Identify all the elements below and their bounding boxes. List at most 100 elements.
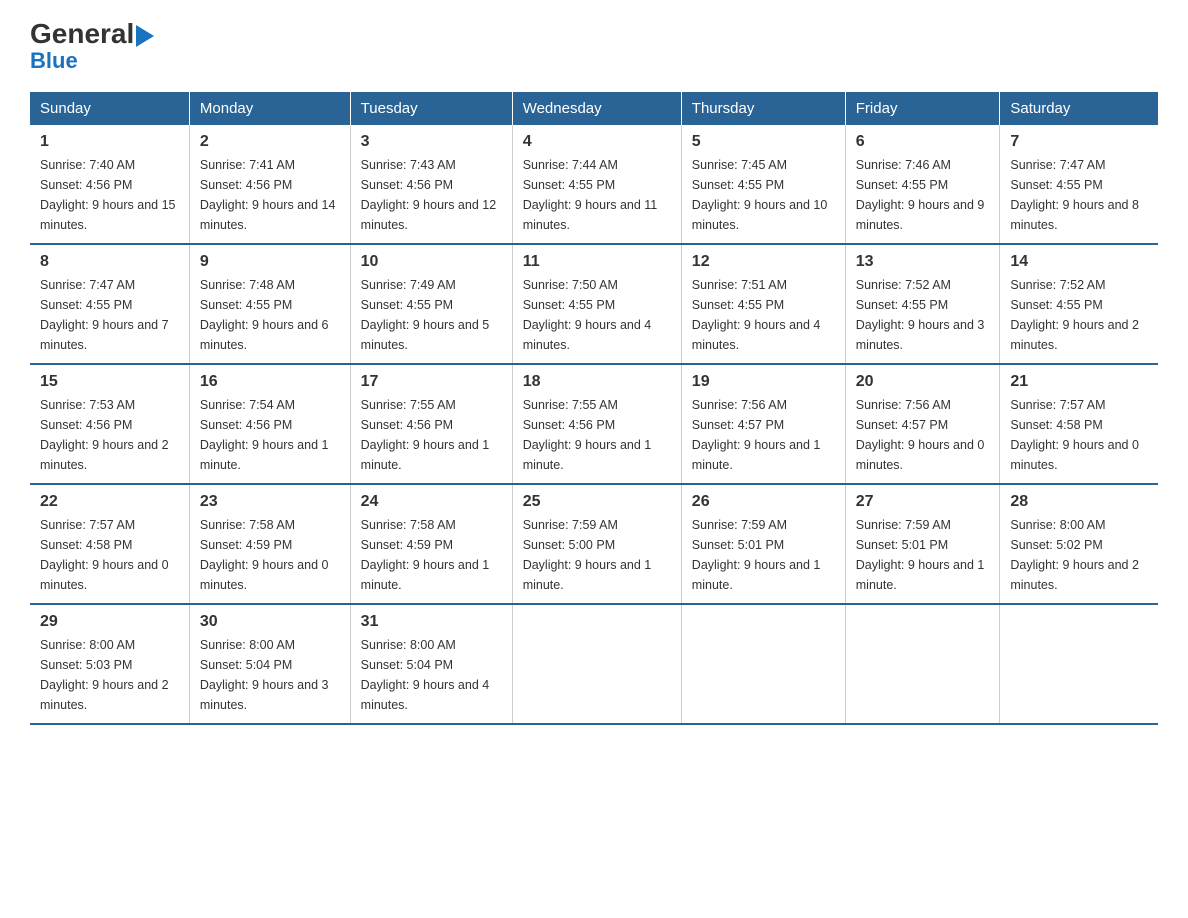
day-info: Sunrise: 7:57 AMSunset: 4:58 PMDaylight:…	[1010, 395, 1148, 475]
calendar-cell: 19 Sunrise: 7:56 AMSunset: 4:57 PMDayligh…	[681, 364, 845, 484]
day-number: 2	[200, 133, 340, 151]
calendar-cell: 31 Sunrise: 8:00 AMSunset: 5:04 PMDayligh…	[350, 604, 512, 724]
day-number: 27	[856, 493, 990, 511]
day-number: 9	[200, 253, 340, 271]
calendar-cell	[512, 604, 681, 724]
calendar-cell: 4Sunrise: 7:44 AMSunset: 4:55 PMDaylight…	[512, 125, 681, 244]
calendar-cell: 2 Sunrise: 7:41 AMSunset: 4:56 PMDaylight…	[189, 125, 350, 244]
calendar-cell: 14 Sunrise: 7:52 AMSunset: 4:55 PMDayligh…	[1000, 244, 1158, 364]
calendar-header-thursday: Thursday	[681, 92, 845, 125]
calendar-cell: 28 Sunrise: 8:00 AMSunset: 5:02 PMDayligh…	[1000, 484, 1158, 604]
calendar-cell: 16Sunrise: 7:54 AMSunset: 4:56 PMDayligh…	[189, 364, 350, 484]
day-number: 30	[200, 613, 340, 631]
day-number: 3	[361, 133, 502, 151]
calendar-header-monday: Monday	[189, 92, 350, 125]
day-info: Sunrise: 7:50 AMSunset: 4:55 PMDaylight:…	[523, 275, 671, 355]
day-info: Sunrise: 7:56 AMSunset: 4:57 PMDaylight:…	[856, 395, 990, 475]
calendar-cell: 13 Sunrise: 7:52 AMSunset: 4:55 PMDayligh…	[845, 244, 1000, 364]
day-info: Sunrise: 7:49 AMSunset: 4:55 PMDaylight:…	[361, 275, 502, 355]
day-number: 15	[40, 373, 179, 391]
calendar-cell: 7 Sunrise: 7:47 AMSunset: 4:55 PMDaylight…	[1000, 125, 1158, 244]
page-header: General Blue	[30, 20, 1158, 72]
day-number: 11	[523, 253, 671, 271]
logo-blue-text: Blue	[30, 50, 78, 72]
logo-general-text: General	[30, 20, 154, 48]
day-number: 18	[523, 373, 671, 391]
day-info: Sunrise: 7:44 AMSunset: 4:55 PMDaylight:…	[523, 155, 671, 235]
day-info: Sunrise: 7:55 AMSunset: 4:56 PMDaylight:…	[523, 395, 671, 475]
calendar-cell: 22Sunrise: 7:57 AMSunset: 4:58 PMDayligh…	[30, 484, 189, 604]
day-info: Sunrise: 8:00 AMSunset: 5:02 PMDaylight:…	[1010, 515, 1148, 595]
calendar-cell: 6Sunrise: 7:46 AMSunset: 4:55 PMDaylight…	[845, 125, 1000, 244]
day-info: Sunrise: 7:47 AMSunset: 4:55 PMDaylight:…	[1010, 155, 1148, 235]
calendar-cell: 11 Sunrise: 7:50 AMSunset: 4:55 PMDayligh…	[512, 244, 681, 364]
day-info: Sunrise: 8:00 AMSunset: 5:03 PMDaylight:…	[40, 635, 179, 715]
day-number: 19	[692, 373, 835, 391]
day-info: Sunrise: 7:58 AMSunset: 4:59 PMDaylight:…	[200, 515, 340, 595]
calendar-header-sunday: Sunday	[30, 92, 189, 125]
day-number: 26	[692, 493, 835, 511]
day-number: 17	[361, 373, 502, 391]
day-number: 31	[361, 613, 502, 631]
calendar-header-friday: Friday	[845, 92, 1000, 125]
calendar-cell: 9 Sunrise: 7:48 AMSunset: 4:55 PMDaylight…	[189, 244, 350, 364]
calendar-cell: 21Sunrise: 7:57 AMSunset: 4:58 PMDayligh…	[1000, 364, 1158, 484]
day-info: Sunrise: 7:59 AMSunset: 5:01 PMDaylight:…	[692, 515, 835, 595]
day-info: Sunrise: 7:54 AMSunset: 4:56 PMDaylight:…	[200, 395, 340, 475]
calendar-cell: 24Sunrise: 7:58 AMSunset: 4:59 PMDayligh…	[350, 484, 512, 604]
day-info: Sunrise: 7:40 AMSunset: 4:56 PMDaylight:…	[40, 155, 179, 235]
day-number: 7	[1010, 133, 1148, 151]
day-number: 29	[40, 613, 179, 631]
day-info: Sunrise: 7:56 AMSunset: 4:57 PMDaylight:…	[692, 395, 835, 475]
day-info: Sunrise: 7:51 AMSunset: 4:55 PMDaylight:…	[692, 275, 835, 355]
calendar-week-row: 29 Sunrise: 8:00 AMSunset: 5:03 PMDayligh…	[30, 604, 1158, 724]
day-number: 28	[1010, 493, 1148, 511]
day-info: Sunrise: 7:46 AMSunset: 4:55 PMDaylight:…	[856, 155, 990, 235]
calendar-cell: 20 Sunrise: 7:56 AMSunset: 4:57 PMDayligh…	[845, 364, 1000, 484]
calendar-cell	[1000, 604, 1158, 724]
calendar-header-tuesday: Tuesday	[350, 92, 512, 125]
calendar-cell: 30 Sunrise: 8:00 AMSunset: 5:04 PMDayligh…	[189, 604, 350, 724]
calendar-cell: 10 Sunrise: 7:49 AMSunset: 4:55 PMDayligh…	[350, 244, 512, 364]
day-number: 20	[856, 373, 990, 391]
day-number: 8	[40, 253, 179, 271]
calendar-cell: 29 Sunrise: 8:00 AMSunset: 5:03 PMDayligh…	[30, 604, 189, 724]
logo-arrow-icon	[136, 25, 154, 47]
day-number: 5	[692, 133, 835, 151]
day-number: 13	[856, 253, 990, 271]
calendar-header-row: SundayMondayTuesdayWednesdayThursdayFrid…	[30, 92, 1158, 125]
calendar-header-saturday: Saturday	[1000, 92, 1158, 125]
day-info: Sunrise: 7:59 AMSunset: 5:01 PMDaylight:…	[856, 515, 990, 595]
calendar-header-wednesday: Wednesday	[512, 92, 681, 125]
day-number: 24	[361, 493, 502, 511]
calendar-cell: 23 Sunrise: 7:58 AMSunset: 4:59 PMDayligh…	[189, 484, 350, 604]
calendar-cell: 8Sunrise: 7:47 AMSunset: 4:55 PMDaylight…	[30, 244, 189, 364]
calendar-cell: 1 Sunrise: 7:40 AMSunset: 4:56 PMDaylight…	[30, 125, 189, 244]
calendar-week-row: 15 Sunrise: 7:53 AMSunset: 4:56 PMDayligh…	[30, 364, 1158, 484]
day-info: Sunrise: 7:53 AMSunset: 4:56 PMDaylight:…	[40, 395, 179, 475]
calendar-week-row: 8Sunrise: 7:47 AMSunset: 4:55 PMDaylight…	[30, 244, 1158, 364]
day-info: Sunrise: 7:41 AMSunset: 4:56 PMDaylight:…	[200, 155, 340, 235]
calendar-cell: 3Sunrise: 7:43 AMSunset: 4:56 PMDaylight…	[350, 125, 512, 244]
calendar-cell: 17Sunrise: 7:55 AMSunset: 4:56 PMDayligh…	[350, 364, 512, 484]
day-info: Sunrise: 7:59 AMSunset: 5:00 PMDaylight:…	[523, 515, 671, 595]
day-info: Sunrise: 8:00 AMSunset: 5:04 PMDaylight:…	[200, 635, 340, 715]
day-number: 25	[523, 493, 671, 511]
logo: General Blue	[30, 20, 154, 72]
day-info: Sunrise: 7:52 AMSunset: 4:55 PMDaylight:…	[1010, 275, 1148, 355]
day-number: 1	[40, 133, 179, 151]
calendar-cell: 25 Sunrise: 7:59 AMSunset: 5:00 PMDayligh…	[512, 484, 681, 604]
calendar-cell: 26 Sunrise: 7:59 AMSunset: 5:01 PMDayligh…	[681, 484, 845, 604]
day-info: Sunrise: 7:48 AMSunset: 4:55 PMDaylight:…	[200, 275, 340, 355]
day-number: 14	[1010, 253, 1148, 271]
day-number: 10	[361, 253, 502, 271]
day-info: Sunrise: 8:00 AMSunset: 5:04 PMDaylight:…	[361, 635, 502, 715]
calendar-cell: 18 Sunrise: 7:55 AMSunset: 4:56 PMDayligh…	[512, 364, 681, 484]
calendar-cell: 12Sunrise: 7:51 AMSunset: 4:55 PMDayligh…	[681, 244, 845, 364]
calendar-cell: 27 Sunrise: 7:59 AMSunset: 5:01 PMDayligh…	[845, 484, 1000, 604]
calendar-week-row: 22Sunrise: 7:57 AMSunset: 4:58 PMDayligh…	[30, 484, 1158, 604]
calendar-cell: 15 Sunrise: 7:53 AMSunset: 4:56 PMDayligh…	[30, 364, 189, 484]
day-number: 23	[200, 493, 340, 511]
day-info: Sunrise: 7:52 AMSunset: 4:55 PMDaylight:…	[856, 275, 990, 355]
calendar-cell	[681, 604, 845, 724]
